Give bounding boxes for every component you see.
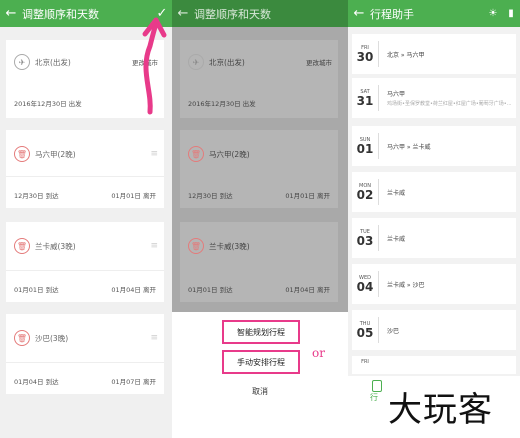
trash-icon[interactable]: 🗑 [14, 238, 30, 254]
leave-date[interactable]: 01月01日 离开 [111, 190, 156, 200]
drag-handle-icon[interactable]: ≡ [150, 333, 158, 343]
stop-name: 兰卡威(3晚) [209, 241, 250, 251]
start-city-card[interactable]: ✈ 北京(出发) 更改城市 2016年12月30日 出发 [6, 40, 164, 118]
smart-plan-button[interactable]: 智能规划行程 [222, 320, 300, 344]
day-route: 兰卡威 » 沙巴 [387, 281, 425, 289]
weather-sun-icon[interactable]: ☀ [484, 8, 502, 19]
arrive-date[interactable]: 01月04日 到达 [14, 376, 59, 386]
day-row[interactable]: THU 05 沙巴 [352, 310, 516, 350]
panel-adjust-order: ← 调整顺序和天数 ✓ ✈ 北京(出发) 更改城市 2016年12月30日 出发… [0, 0, 172, 438]
or-annotation: or [312, 346, 325, 360]
page-title: 调整顺序和天数 [22, 7, 99, 21]
day-row[interactable]: WED 04 兰卡威 » 沙巴 [352, 264, 516, 304]
stop-card: 🗑 兰卡威(3晚) 01月01日 到达 01月04日 离开 [180, 222, 338, 302]
stop-name: 马六甲(2晚) [209, 149, 250, 159]
leave-date[interactable]: 01月04日 离开 [111, 284, 156, 294]
day-route: 马六甲 [387, 91, 406, 98]
trash-icon: 🗑 [188, 146, 204, 162]
change-city-button[interactable]: 更改城市 [132, 57, 158, 67]
day-row[interactable]: SAT 31 马六甲 鸡场街•圣保罗教堂•荷兰红屋•红屋广场•葡萄牙广场•... [352, 78, 516, 118]
stop-card[interactable]: 🗑 马六甲(2晚) ≡ 12月30日 到达 01月01日 离开 [6, 130, 164, 208]
plane-icon: ✈ [14, 54, 30, 70]
day-number: 02 [356, 187, 374, 202]
day-row[interactable]: TUE 03 兰卡威 [352, 218, 516, 258]
day-route: 北京 » 马六甲 [387, 51, 425, 59]
start-city: 北京(出发) [209, 57, 245, 67]
arrive-date[interactable]: 12月30日 到达 [14, 190, 59, 200]
back-arrow-icon[interactable]: ← [172, 6, 194, 21]
leave-date[interactable]: 01月07日 离开 [111, 376, 156, 386]
manual-plan-button[interactable]: 手动安排行程 [222, 350, 300, 374]
day-row[interactable]: SUN 01 马六甲 » 兰卡威 [352, 126, 516, 166]
day-row[interactable]: FRI [352, 356, 516, 374]
page-title: 行程助手 [370, 7, 414, 21]
weekday: FRI [361, 359, 369, 365]
day-number: 01 [356, 141, 374, 156]
header-bar: ← 调整顺序和天数 ✓ [0, 0, 172, 27]
stop-card: 🗑 马六甲(2晚) 12月30日 到达 01月01日 离开 [180, 130, 338, 208]
start-date: 2016年12月30日 出发 [188, 100, 256, 108]
stop-name: 沙巴(3晚) [35, 333, 69, 343]
cancel-button[interactable]: 取消 [172, 386, 348, 397]
day-row[interactable]: FRI 30 北京 » 马六甲 [352, 34, 516, 74]
back-arrow-icon[interactable]: ← [0, 6, 22, 21]
day-route: 兰卡威 [387, 235, 406, 243]
change-city-button: 更改城市 [306, 59, 332, 67]
start-date: 2016年12月30日 出发 [14, 100, 82, 108]
leave-date: 01月04日 离开 [285, 286, 330, 294]
trash-icon[interactable]: 🗑 [14, 330, 30, 346]
day-route: 沙巴 [387, 327, 400, 335]
day-number: 05 [356, 325, 374, 340]
day-route: 兰卡威 [387, 189, 406, 197]
map-icon[interactable]: ▮ [502, 8, 520, 19]
day-number: 03 [356, 233, 374, 248]
arrive-date[interactable]: 01月01日 到达 [14, 284, 59, 294]
header-bar: ← 调整顺序和天数 [172, 0, 348, 27]
day-number: 30 [356, 49, 374, 64]
day-spots: 鸡场街•圣保罗教堂•荷兰红屋•红屋广场•葡萄牙广场•... [387, 101, 511, 107]
arrive-date: 01月01日 到达 [188, 286, 233, 294]
day-number: 04 [356, 279, 374, 294]
trash-icon: 🗑 [188, 238, 204, 254]
stop-name: 兰卡威(3晚) [35, 241, 76, 251]
leave-date: 01月01日 离开 [285, 192, 330, 200]
drag-handle-icon[interactable]: ≡ [150, 241, 158, 251]
day-row[interactable]: MON 02 兰卡威 [352, 172, 516, 212]
day-number: 31 [356, 93, 374, 108]
stop-card[interactable]: 🗑 沙巴(3晚) ≡ 01月04日 到达 01月07日 离开 [6, 314, 164, 394]
header-bar: ← 行程助手 ☀ ▮ [348, 0, 520, 27]
start-city-card: ✈ 北京(出发) 更改城市 2016年12月30日 出发 [180, 40, 338, 118]
arrive-date: 12月30日 到达 [188, 192, 233, 200]
stop-name: 马六甲(2晚) [35, 149, 76, 159]
back-arrow-icon[interactable]: ← [348, 6, 370, 21]
itinerary-tab-label[interactable]: 行 [370, 392, 378, 403]
watermark-logo: 大玩客 [388, 390, 493, 430]
panel-plan-options: ← 调整顺序和天数 ✈ 北京(出发) 更改城市 2016年12月30日 出发 🗑… [172, 0, 348, 438]
itinerary-tab-icon[interactable] [372, 380, 382, 392]
confirm-check-icon[interactable]: ✓ [152, 6, 172, 21]
drag-handle-icon[interactable]: ≡ [150, 149, 158, 159]
trash-icon[interactable]: 🗑 [14, 146, 30, 162]
plane-icon: ✈ [188, 54, 204, 70]
page-title: 调整顺序和天数 [194, 7, 271, 21]
stop-card[interactable]: 🗑 兰卡威(3晚) ≡ 01月01日 到达 01月04日 离开 [6, 222, 164, 302]
day-route: 马六甲 » 兰卡威 [387, 143, 431, 151]
panel-itinerary: ← 行程助手 ☀ ▮ FRI 30 北京 » 马六甲 SAT 31 马六甲 鸡场街•圣… [348, 0, 520, 438]
start-city: 北京(出发) [35, 57, 71, 67]
